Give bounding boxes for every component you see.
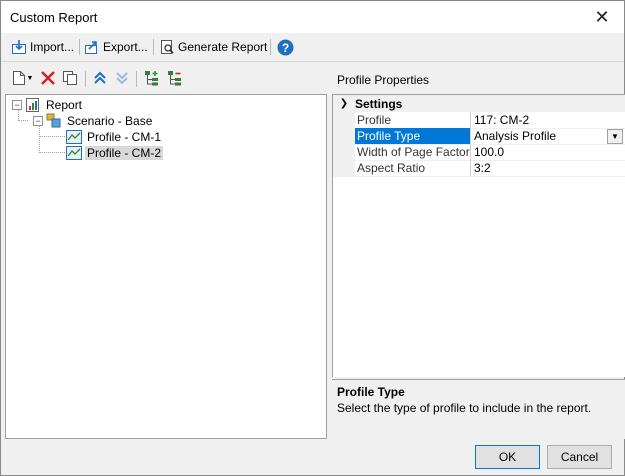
property-row-profile[interactable]: Profile 117: CM-2	[333, 112, 625, 129]
category-settings[interactable]: ❯ Settings	[333, 95, 625, 112]
title-bar: Custom Report ✕	[1, 1, 624, 33]
window-title: Custom Report	[10, 10, 98, 25]
property-name: Width of Page Factor (%	[357, 144, 471, 160]
tree-label-scenario: Scenario - Base	[67, 114, 153, 128]
property-name: Aspect Ratio	[355, 160, 471, 176]
toolbar-divider	[79, 39, 80, 55]
collapse-icon[interactable]: −	[12, 100, 22, 110]
dropdown-button[interactable]: ▼	[607, 129, 623, 144]
properties-header: Profile Properties	[337, 73, 430, 87]
double-chevron-down-icon	[116, 72, 128, 85]
ok-button[interactable]: OK	[475, 445, 540, 469]
generate-report-icon	[161, 40, 174, 54]
export-label: Export...	[103, 40, 148, 54]
property-name: Profile	[355, 112, 471, 128]
description-title: Profile Type	[337, 385, 405, 399]
toolbar-divider	[270, 39, 271, 55]
import-label: Import...	[30, 40, 75, 54]
property-value[interactable]: 3:2	[474, 160, 625, 176]
export-icon	[85, 41, 97, 54]
import-button[interactable]: Import...	[11, 37, 74, 57]
collapse-all-icon	[168, 71, 181, 86]
scenario-icon	[46, 113, 61, 128]
new-document-icon	[13, 71, 25, 85]
export-button[interactable]: Export...	[84, 37, 148, 57]
expand-all-icon	[145, 71, 158, 86]
tree-node-profile-cm-1[interactable]: Profile - CM-1	[66, 129, 163, 145]
custom-report-dialog: Custom Report ✕ Import... Export... Gene…	[0, 0, 625, 476]
property-name: Profile Type	[355, 128, 471, 144]
property-description: Profile Type Select the type of profile …	[332, 379, 625, 439]
tree-node-scenario[interactable]: − Scenario - Base	[33, 113, 154, 129]
profile-icon	[66, 130, 82, 144]
report-icon	[26, 98, 39, 112]
row-gutter	[333, 144, 355, 160]
collapse-icon[interactable]: −	[33, 116, 43, 126]
row-gutter	[333, 160, 355, 176]
move-down-button[interactable]	[113, 69, 131, 87]
report-tree[interactable]: − Report − Scenario - Base Profile - CM-	[5, 94, 327, 439]
tree-line	[18, 120, 28, 121]
expand-all-button[interactable]	[143, 69, 161, 87]
move-up-button[interactable]	[91, 69, 109, 87]
property-grid[interactable]: ❯ Settings Profile 117: CM-2 Profile Typ…	[332, 94, 625, 377]
toolbar-divider	[136, 71, 137, 87]
profile-icon	[66, 146, 82, 160]
property-value[interactable]: 100.0	[474, 144, 625, 160]
close-icon: ✕	[594, 6, 610, 27]
delete-icon	[41, 71, 55, 85]
help-button[interactable]: ?	[277, 37, 294, 57]
collapse-all-button[interactable]	[166, 69, 184, 87]
tree-toolbar: ▼	[8, 67, 213, 91]
help-icon: ?	[277, 39, 294, 55]
tree-node-report[interactable]: − Report	[12, 97, 84, 113]
property-value[interactable]: 117: CM-2	[474, 112, 625, 128]
tree-node-profile-cm-2[interactable]: Profile - CM-2	[66, 145, 164, 161]
tree-line	[39, 152, 65, 153]
description-text: Select the type of profile to include in…	[337, 401, 592, 415]
tree-label-profile: Profile - CM-2	[85, 146, 164, 160]
generate-report-label: Generate Report	[178, 40, 268, 54]
tree-label-profile: Profile - CM-1	[87, 130, 162, 144]
property-row-profile-type[interactable]: Profile Type Analysis Profile ▼	[333, 128, 625, 145]
delete-button[interactable]	[39, 69, 57, 87]
main-toolbar: Import... Export... Generate Report ?	[1, 33, 624, 62]
row-gutter	[333, 128, 355, 144]
copy-icon	[63, 71, 77, 85]
toolbar-divider	[153, 39, 154, 55]
toolbar-divider	[85, 71, 86, 87]
property-row-aspect-ratio[interactable]: Aspect Ratio 3:2	[333, 160, 625, 177]
property-row-width-factor[interactable]: Width of Page Factor (% 100.0	[333, 144, 625, 161]
row-gutter	[333, 112, 355, 128]
tree-line	[39, 136, 65, 137]
generate-report-button[interactable]: Generate Report	[159, 37, 267, 57]
property-value-select[interactable]: Analysis Profile	[474, 128, 625, 144]
double-chevron-up-icon	[94, 71, 106, 84]
collapse-category-icon[interactable]: ❯	[333, 98, 355, 109]
tree-label-report: Report	[46, 98, 83, 112]
chevron-down-icon: ▼	[611, 132, 619, 141]
close-button[interactable]: ✕	[580, 1, 624, 33]
category-label: Settings	[355, 96, 403, 111]
chevron-down-icon: ▼	[26, 74, 34, 82]
tree-line	[39, 125, 40, 153]
copy-button[interactable]	[61, 69, 79, 87]
new-document-dropdown[interactable]: ▼	[26, 69, 34, 87]
cancel-button[interactable]: Cancel	[547, 445, 612, 469]
import-icon	[12, 40, 26, 54]
svg-text:?: ?	[282, 40, 289, 54]
